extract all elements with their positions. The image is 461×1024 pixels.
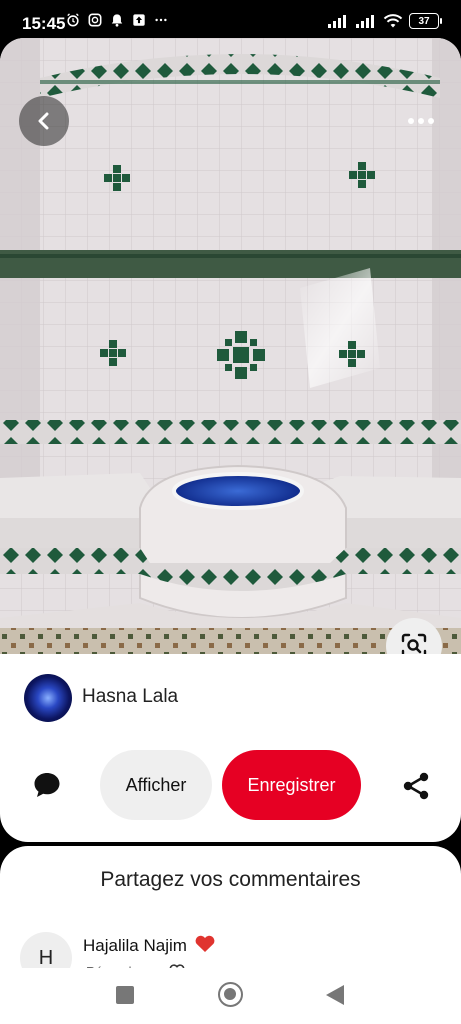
more-options-button[interactable] [403, 108, 439, 134]
back-button[interactable] [19, 96, 69, 146]
status-time: 15:45 [22, 14, 66, 33]
comment-button[interactable] [26, 764, 68, 806]
home-icon[interactable] [218, 982, 243, 1007]
author-avatar[interactable] [24, 674, 72, 722]
pin-image[interactable] [0, 38, 461, 664]
more-options-dot [418, 118, 424, 124]
save-button[interactable]: Enregistrer [222, 750, 361, 820]
share-button[interactable] [396, 766, 436, 806]
comments-title: Partagez vos commentaires [100, 868, 361, 891]
comment-bubble-icon [34, 773, 60, 797]
share-icon [403, 772, 429, 800]
author-name[interactable]: Hasna Lala [82, 686, 178, 708]
notification-bell-icon [111, 14, 123, 27]
comment-author[interactable]: Hajalila Najim [83, 935, 216, 956]
more-dots-icon [155, 18, 167, 22]
comment-author-name: Hajalila Najim [83, 936, 187, 955]
upload-icon [133, 14, 145, 26]
recent-apps-icon[interactable] [116, 986, 134, 1004]
battery-level: 37 [418, 15, 430, 27]
system-navigation-bar [0, 968, 461, 1024]
red-heart-icon [195, 935, 215, 952]
status-icons-right: 37 [327, 13, 442, 29]
more-options-dot [428, 118, 434, 124]
alarm-icon [67, 13, 79, 27]
status-icons-left [66, 13, 168, 27]
show-button[interactable]: Afficher [100, 750, 212, 820]
hammam-photo [0, 38, 461, 664]
battery-icon: 37 [409, 13, 442, 29]
wifi-icon [383, 14, 403, 28]
back-arrow-icon [38, 112, 49, 130]
pin-actions-panel: Hasna Lala Afficher Enregistrer [0, 654, 461, 842]
back-triangle-icon[interactable] [326, 985, 344, 1005]
signal-icon-2 [356, 15, 374, 28]
more-options-icon [408, 118, 414, 124]
instagram-icon [88, 13, 102, 27]
signal-icon [328, 15, 346, 28]
